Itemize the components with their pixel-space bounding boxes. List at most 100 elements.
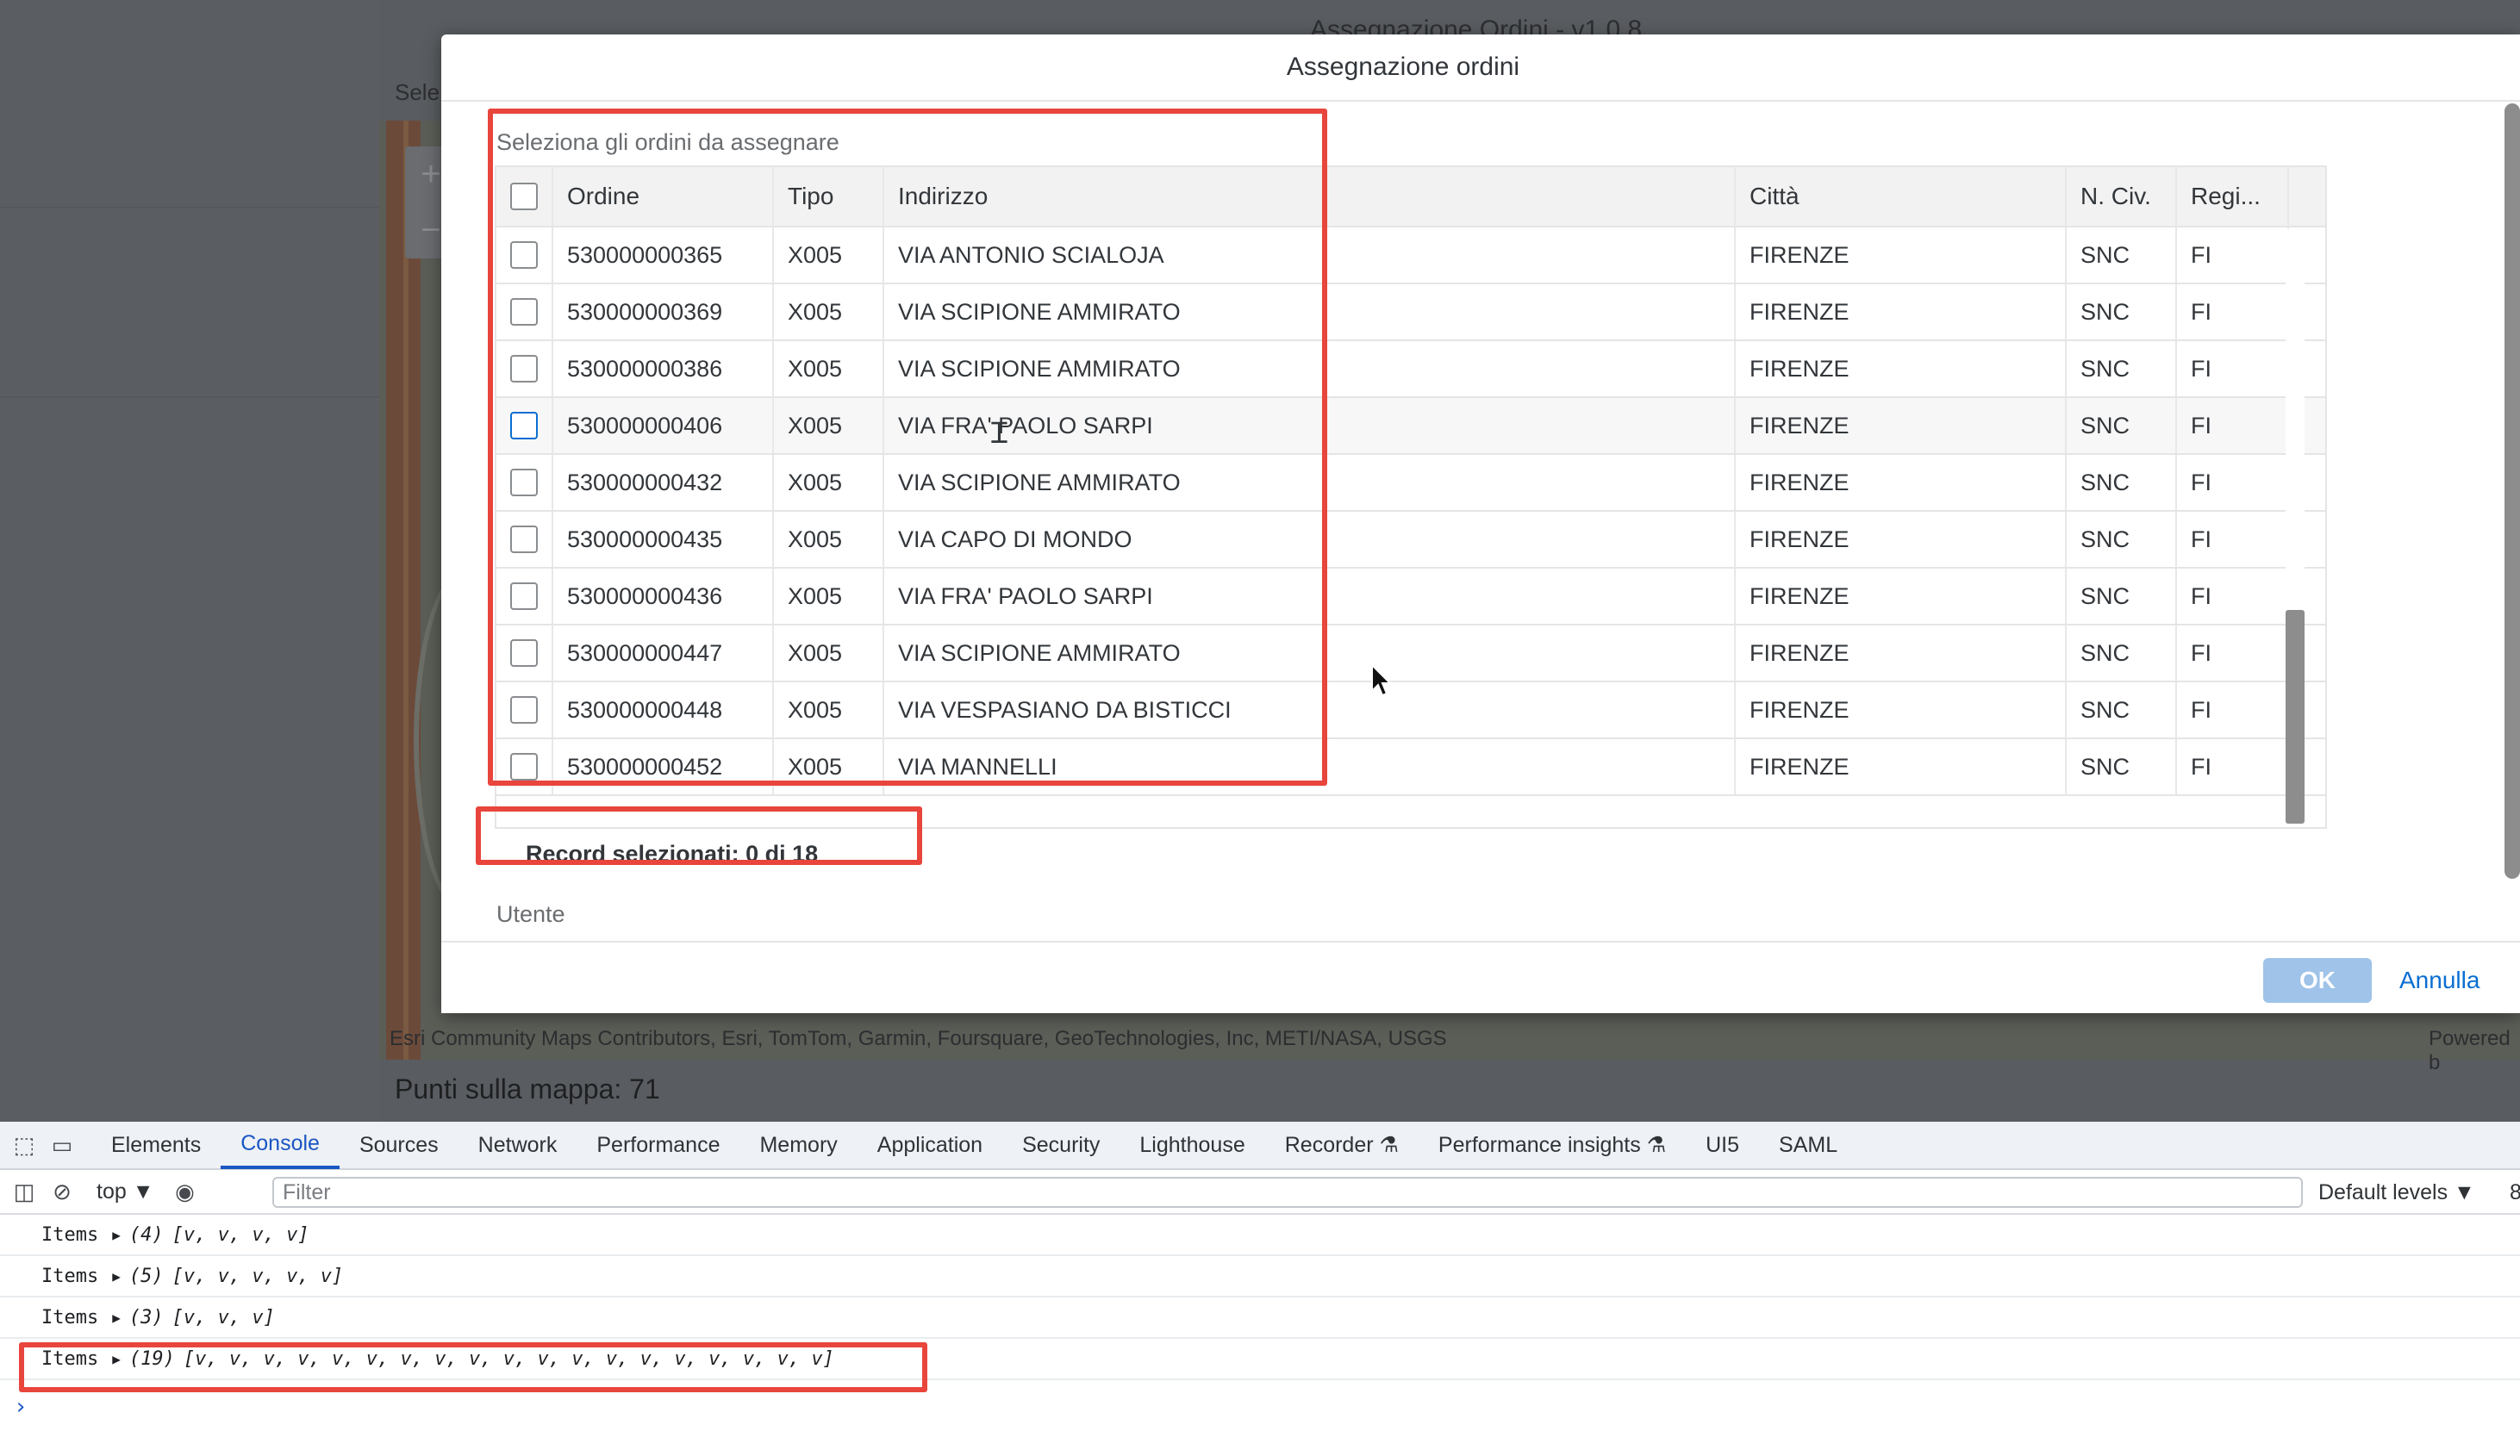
row-checkbox-cell[interactable] [496, 569, 553, 624]
expand-triangle-icon[interactable]: ▶ [112, 1351, 121, 1367]
assign-orders-dialog: Assegnazione ordini Seleziona gli ordini… [441, 34, 2520, 1013]
console-log-line[interactable]: Items ▶ (19) [v, v, v, v, v, v, v, v, v, v,… [0, 1339, 2520, 1380]
devtools-tab-lighthouse[interactable]: Lighthouse [1120, 1121, 1264, 1169]
row-checkbox[interactable] [510, 639, 538, 667]
row-checkbox-cell[interactable] [496, 227, 553, 283]
cell-tipo: X005 [774, 284, 884, 339]
devtools-tab-ui5[interactable]: UI5 [1686, 1121, 1759, 1169]
row-checkbox-cell[interactable] [496, 682, 553, 737]
row-checkbox[interactable] [510, 355, 538, 383]
cell-regione: FI [2177, 625, 2289, 681]
table-row[interactable]: 530000000432 X005 VIA SCIPIONE AMMIRATO FIR… [496, 455, 2325, 512]
console-log-line[interactable]: Items ▶ (3) [v, v, v] [0, 1297, 2520, 1339]
cell-tipo: X005 [774, 625, 884, 681]
clear-console-icon[interactable]: ⊘ [48, 1178, 76, 1205]
row-checkbox[interactable] [510, 696, 538, 724]
table-scrollbar-thumb[interactable] [2286, 610, 2305, 824]
column-header-indirizzo[interactable]: Indirizzo [884, 167, 1736, 226]
devtools-tab-network[interactable]: Network [458, 1121, 577, 1169]
cell-citta: FIRENZE [1736, 398, 2067, 453]
row-checkbox[interactable] [510, 582, 538, 610]
row-checkbox[interactable] [510, 526, 538, 553]
eye-icon[interactable]: ◉ [171, 1178, 198, 1205]
row-checkbox-cell[interactable] [496, 398, 553, 453]
log-count: (4) [128, 1223, 164, 1246]
orders-section-label: Seleziona gli ordini da assegnare [496, 129, 839, 155]
table-row[interactable]: 530000000369 X005 VIA SCIPIONE AMMIRATO FIR… [496, 284, 2325, 341]
console-log-line[interactable]: Items ▶ (4) [v, v, v, v] [0, 1215, 2520, 1256]
log-count: (3) [128, 1306, 164, 1328]
column-header-regione[interactable]: Regi... [2177, 167, 2289, 226]
cell-indirizzo: VIA CAPO DI MONDO [884, 512, 1736, 567]
cell-ordine: 530000000452 [553, 739, 774, 794]
select-all-checkbox-cell[interactable] [496, 167, 553, 226]
table-row[interactable]: 530000000406 X005 VIA FRA' PAOLO SARPI FIRE… [496, 398, 2325, 455]
devtools-tab-memory[interactable]: Memory [739, 1121, 857, 1169]
table-row[interactable]: 530000000447 X005 VIA SCIPIONE AMMIRATO FIR… [496, 625, 2325, 682]
device-toolbar-icon[interactable]: ▭ [48, 1131, 76, 1159]
table-row[interactable]: 530000000452 X005 VIA MANNELLI FIRENZE SNC FI [496, 739, 2325, 796]
sidebar-toggle-icon[interactable]: ◫ [10, 1178, 38, 1205]
cell-indirizzo: VIA FRA' PAOLO SARPI [884, 398, 1736, 453]
table-row[interactable]: 530000000435 X005 VIA CAPO DI MONDO FIRENZE… [496, 512, 2325, 569]
cell-citta: FIRENZE [1736, 682, 2067, 737]
column-header-tipo[interactable]: Tipo [774, 167, 884, 226]
inspect-element-icon[interactable]: ⬚ [10, 1131, 38, 1159]
row-checkbox-cell[interactable] [496, 341, 553, 396]
select-all-checkbox[interactable] [510, 183, 538, 210]
cancel-button[interactable]: Annulla [2399, 958, 2479, 1003]
devtools-tab-recorder[interactable]: Recorder ⚗ [1265, 1121, 1419, 1169]
console-filter-input[interactable] [272, 1177, 2303, 1208]
table-row[interactable]: 530000000448 X005 VIA VESPASIANO DA BISTIC… [496, 682, 2325, 739]
cell-regione: FI [2177, 682, 2289, 737]
console-prompt[interactable]: › [14, 1394, 28, 1420]
devtools-tab-performance[interactable]: Performance [577, 1121, 739, 1169]
utente-label: Utente [496, 901, 565, 927]
console-log-line[interactable]: Items ▶ (5) [v, v, v, v, v] [0, 1256, 2520, 1297]
row-checkbox[interactable] [510, 298, 538, 326]
table-row[interactable]: 530000000386 X005 VIA SCIPIONE AMMIRATO FIR… [496, 341, 2325, 398]
expand-triangle-icon[interactable]: ▶ [112, 1227, 121, 1243]
column-header-n-civ[interactable]: N. Civ. [2067, 167, 2177, 226]
column-header-citta[interactable]: Città [1736, 167, 2067, 226]
dialog-scrollbar[interactable] [2504, 103, 2520, 879]
devtools-tab-performance-insights[interactable]: Performance insights ⚗ [1419, 1121, 1686, 1169]
row-checkbox-cell[interactable] [496, 284, 553, 339]
devtools-tab-application[interactable]: Application [858, 1121, 1002, 1169]
cell-n-civ: SNC [2067, 512, 2177, 567]
devtools-tab-elements[interactable]: Elements [91, 1121, 221, 1169]
devtools-tab-security[interactable]: Security [1002, 1121, 1120, 1169]
row-checkbox-cell[interactable] [496, 512, 553, 567]
row-checkbox[interactable] [510, 469, 538, 496]
log-value: [v, v, v] [172, 1306, 275, 1328]
console-output: Items ▶ (4) [v, v, v, v] Items ▶ (5) [v, v, v, … [0, 1215, 2520, 1380]
devtools-tab-console[interactable]: Console [221, 1121, 340, 1169]
table-row[interactable]: 530000000436 X005 VIA FRA' PAOLO SARPI FIRE… [496, 569, 2325, 625]
row-checkbox[interactable] [510, 241, 538, 269]
expand-triangle-icon[interactable]: ▶ [112, 1310, 121, 1326]
cell-n-civ: SNC [2067, 739, 2177, 794]
log-levels-select[interactable]: Default levels ▼ [2318, 1180, 2475, 1205]
expand-triangle-icon[interactable]: ▶ [112, 1268, 121, 1285]
row-checkbox-cell[interactable] [496, 625, 553, 681]
cell-citta: FIRENZE [1736, 284, 2067, 339]
dialog-title: Assegnazione ordini [1286, 53, 1520, 81]
context-select[interactable]: top ▼ [97, 1179, 153, 1204]
ok-button[interactable]: OK [2263, 958, 2372, 1003]
column-header-ordine[interactable]: Ordine [553, 167, 774, 226]
devtools-tab-saml[interactable]: SAML [1759, 1121, 1857, 1169]
orders-table: Ordine Tipo Indirizzo Città N. Civ. Regi… [495, 165, 2327, 829]
cell-tipo: X005 [774, 682, 884, 737]
devtools-tabbar: ⬚ ▭ Elements Console Sources Network Perform… [0, 1122, 2520, 1170]
cell-ordine: 530000000447 [553, 625, 774, 681]
cell-tipo: X005 [774, 739, 884, 794]
row-checkbox[interactable] [510, 753, 538, 781]
cell-ordine: 530000000448 [553, 682, 774, 737]
log-key: Items [41, 1306, 99, 1328]
issues-count[interactable]: 8 [2510, 1180, 2520, 1205]
row-checkbox-cell[interactable] [496, 455, 553, 510]
table-row[interactable]: 530000000365 X005 VIA ANTONIO SCIALOJA FIRE… [496, 227, 2325, 284]
row-checkbox-cell[interactable] [496, 739, 553, 794]
row-checkbox[interactable] [510, 412, 538, 439]
devtools-tab-sources[interactable]: Sources [340, 1121, 458, 1169]
